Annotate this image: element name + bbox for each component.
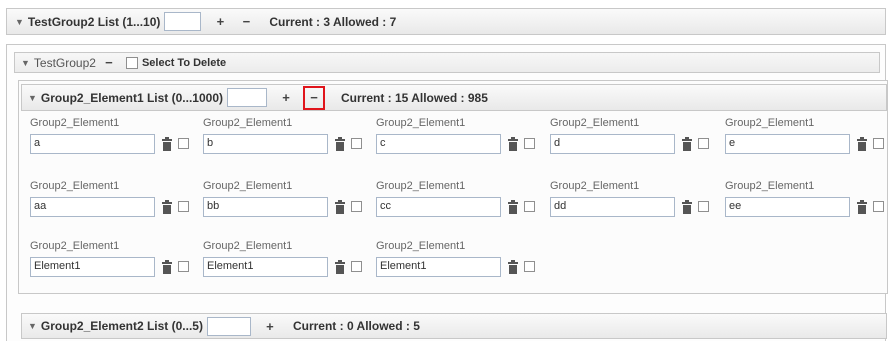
element-label: Group2_Element1 <box>550 180 640 192</box>
outer-remove-button[interactable]: − <box>237 13 255 31</box>
element2-list-count-input[interactable] <box>206 316 251 336</box>
trash-icon[interactable] <box>161 137 173 151</box>
delete-checkbox[interactable] <box>524 138 535 149</box>
element-label: Group2_Element1 <box>30 117 120 129</box>
element-item: Group2_Element1 cc <box>376 180 551 220</box>
element-value-input[interactable]: Element1 <box>376 257 501 277</box>
delete-checkbox[interactable] <box>351 201 362 212</box>
delete-checkbox[interactable] <box>524 261 535 272</box>
element-label: Group2_Element1 <box>725 117 815 129</box>
trash-icon[interactable] <box>681 200 693 214</box>
element-label: Group2_Element1 <box>203 240 293 252</box>
element-item: Group2_Element1 Element1 <box>376 240 551 280</box>
element1-list-title: Group2_Element1 List (0...1000) <box>40 90 223 105</box>
chevron-down-icon[interactable]: ▼ <box>28 321 37 331</box>
element-item: Group2_Element1 a <box>30 117 205 157</box>
element1-add-button[interactable]: + <box>277 89 295 107</box>
element-label: Group2_Element1 <box>203 117 293 129</box>
element1-list-status: Current : 15 Allowed : 985 <box>340 90 488 105</box>
element-item: Group2_Element1 e <box>725 117 891 157</box>
element-value-input[interactable]: bb <box>203 197 328 217</box>
trash-icon[interactable] <box>856 137 868 151</box>
element-label: Group2_Element1 <box>376 180 466 192</box>
element2-list-header: ▼ Group2_Element2 List (0...5) + Current… <box>21 313 887 339</box>
element-item: Group2_Element1 b <box>203 117 378 157</box>
chevron-down-icon[interactable]: ▼ <box>21 58 30 68</box>
delete-checkbox[interactable] <box>351 138 362 149</box>
trash-icon[interactable] <box>161 200 173 214</box>
element-item: Group2_Element1 c <box>376 117 551 157</box>
trash-icon[interactable] <box>856 200 868 214</box>
element-value-input[interactable]: dd <box>550 197 675 217</box>
element1-list-count-input[interactable] <box>226 88 267 107</box>
element-value-input[interactable]: b <box>203 134 328 154</box>
element2-list-status: Current : 0 Allowed : 5 <box>292 319 420 333</box>
element-value-input[interactable]: a <box>30 134 155 154</box>
element2-add-button[interactable]: + <box>261 317 279 335</box>
trash-icon[interactable] <box>507 200 519 214</box>
element-value-input[interactable]: c <box>376 134 501 154</box>
group-remove-button[interactable]: − <box>100 54 118 72</box>
delete-checkbox[interactable] <box>178 261 189 272</box>
outer-list-count-input[interactable] <box>164 12 202 31</box>
element-value-input[interactable]: Element1 <box>203 257 328 277</box>
element-label: Group2_Element1 <box>30 180 120 192</box>
element-label: Group2_Element1 <box>376 117 466 129</box>
delete-checkbox[interactable] <box>873 138 884 149</box>
element-item: Group2_Element1 Element1 <box>203 240 378 280</box>
outer-list-header: ▼ TestGroup2 List (1...10) + − Current :… <box>6 8 886 35</box>
element-value-input[interactable]: e <box>725 134 850 154</box>
trash-icon[interactable] <box>334 260 346 274</box>
element-value-input[interactable]: aa <box>30 197 155 217</box>
testgroup2-header: ▼ TestGroup2 − Select To Delete <box>14 52 880 73</box>
element-label: Group2_Element1 <box>550 117 640 129</box>
trash-icon[interactable] <box>161 260 173 274</box>
element-label: Group2_Element1 <box>203 180 293 192</box>
delete-checkbox[interactable] <box>178 138 189 149</box>
delete-checkbox[interactable] <box>698 138 709 149</box>
trash-icon[interactable] <box>334 200 346 214</box>
element-value-input[interactable]: ee <box>725 197 850 217</box>
testgroup2-title: TestGroup2 <box>33 55 96 70</box>
element-item: Group2_Element1 d <box>550 117 725 157</box>
element-label: Group2_Element1 <box>376 240 466 252</box>
outer-list-title: TestGroup2 List (1...10) <box>27 14 161 29</box>
chevron-down-icon[interactable]: ▼ <box>15 17 24 27</box>
element-item: Group2_Element1 ee <box>725 180 891 220</box>
trash-icon[interactable] <box>334 137 346 151</box>
delete-checkbox[interactable] <box>524 201 535 212</box>
element1-remove-button[interactable]: − <box>302 85 325 110</box>
select-to-delete-checkbox[interactable] <box>125 56 138 69</box>
select-to-delete-label: Select To Delete <box>141 56 227 69</box>
outer-list-status: Current : 3 Allowed : 7 <box>269 14 397 29</box>
element-item: Group2_Element1 bb <box>203 180 378 220</box>
element-value-input[interactable]: cc <box>376 197 501 217</box>
element2-list-title: Group2_Element2 List (0...5) <box>40 319 203 333</box>
element1-list-header: ▼ Group2_Element1 List (0...1000) + − Cu… <box>21 84 887 111</box>
element-item: Group2_Element1 dd <box>550 180 725 220</box>
element-value-input[interactable]: Element1 <box>30 257 155 277</box>
trash-icon[interactable] <box>507 137 519 151</box>
element-item: Group2_Element1 Element1 <box>30 240 205 280</box>
outer-add-button[interactable]: + <box>211 13 229 31</box>
element-item: Group2_Element1 aa <box>30 180 205 220</box>
delete-checkbox[interactable] <box>873 201 884 212</box>
element-value-input[interactable]: d <box>550 134 675 154</box>
trash-icon[interactable] <box>681 137 693 151</box>
trash-icon[interactable] <box>507 260 519 274</box>
element-label: Group2_Element1 <box>30 240 120 252</box>
delete-checkbox[interactable] <box>698 201 709 212</box>
delete-checkbox[interactable] <box>178 201 189 212</box>
element-label: Group2_Element1 <box>725 180 815 192</box>
delete-checkbox[interactable] <box>351 261 362 272</box>
chevron-down-icon[interactable]: ▼ <box>28 93 37 103</box>
